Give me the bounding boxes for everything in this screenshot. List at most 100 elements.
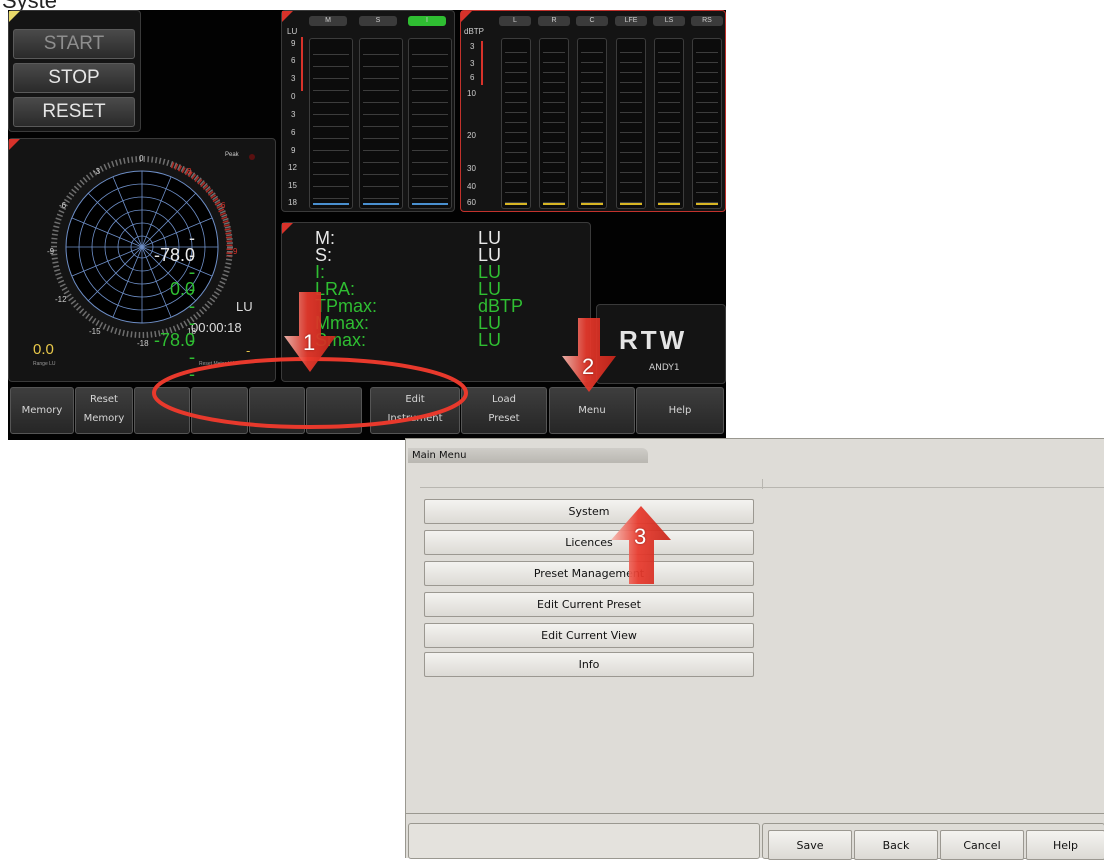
- peak-bar-r: [539, 38, 569, 209]
- radar-right-caption: Reset Meter LU: [199, 361, 235, 367]
- scale-tick: 60: [467, 198, 476, 207]
- loudness-bargraph-panel: M S I LU 9 6 3 0 3 6 9 12 15 18: [281, 10, 455, 212]
- radar-tick: -12: [55, 295, 67, 304]
- scale-tick: 40: [467, 182, 476, 191]
- help-button[interactable]: Help: [1026, 830, 1104, 860]
- scale-tick: 9: [291, 39, 296, 48]
- back-button[interactable]: Back: [854, 830, 938, 860]
- menu-item-edit-current-preset[interactable]: Edit Current Preset: [424, 592, 754, 617]
- scale-tick: 3: [470, 59, 475, 68]
- scale-tick: 15: [288, 181, 297, 190]
- scale-tick: 9: [291, 146, 296, 155]
- bargraph-i: [408, 38, 452, 209]
- status-field: [408, 823, 760, 859]
- cancel-button[interactable]: Cancel: [940, 830, 1024, 860]
- help-button[interactable]: Help: [636, 387, 724, 434]
- lu-scale-red-marker: [301, 37, 303, 91]
- scale-tick: 6: [470, 73, 475, 82]
- peak-bar-lfe: [616, 38, 646, 209]
- true-peak-panel: L R C LFE LS RS dBTP 3 3 6 10 20 30 40 6…: [460, 10, 726, 212]
- radar-tick: -3: [93, 167, 101, 176]
- start-button[interactable]: START: [13, 29, 135, 59]
- main-menu-title-tab: Main Menu: [408, 448, 648, 463]
- tab-rs[interactable]: RS: [691, 16, 723, 26]
- scale-tick: 3: [470, 42, 475, 51]
- panel-corner-marker: [9, 11, 20, 22]
- scale-tick: 12: [288, 163, 297, 172]
- rtw-logo: RTW: [619, 325, 688, 355]
- main-menu-window: Main Menu System Licences Preset Managem…: [405, 438, 1104, 860]
- menu-item-edit-current-view[interactable]: Edit Current View: [424, 623, 754, 648]
- edit-instrument-button[interactable]: Edit Instrument: [370, 387, 460, 434]
- radar-unit: LU: [236, 299, 253, 314]
- scale-tick: 3: [291, 110, 296, 119]
- tab-ls[interactable]: LS: [653, 16, 685, 26]
- dbtp-unit-label: dBTP: [464, 27, 485, 36]
- softkey-blank-3[interactable]: [249, 387, 305, 434]
- softkey-blank-4[interactable]: [306, 387, 362, 434]
- step-3-label: 3: [634, 524, 647, 549]
- scale-tick: 10: [467, 89, 476, 98]
- main-menu-title: Main Menu: [412, 450, 467, 461]
- menu-item-preset-management[interactable]: Preset Management: [424, 561, 754, 586]
- readout-value: -78.0: [153, 330, 195, 350]
- tab-r[interactable]: R: [538, 16, 570, 26]
- tab-m[interactable]: M: [309, 16, 347, 26]
- radar-tick: -15: [89, 327, 101, 336]
- menu-button[interactable]: Menu: [549, 387, 635, 434]
- scale-tick: 18: [288, 198, 297, 207]
- meter-screen: START STOP RESET M S I LU 9 6 3 0 3 6 9 …: [8, 10, 726, 440]
- radar-right-dash: -: [246, 344, 251, 358]
- tab-l[interactable]: L: [499, 16, 531, 26]
- panel-corner-marker: [461, 11, 472, 22]
- tab-c[interactable]: C: [576, 16, 608, 26]
- tab-lfe[interactable]: LFE: [615, 16, 647, 26]
- lu-unit-label: LU: [287, 27, 298, 36]
- brand-panel: RTW ANDY1: [596, 304, 726, 384]
- transport-panel: START STOP RESET: [8, 10, 141, 132]
- menu-item-info[interactable]: Info: [424, 652, 754, 677]
- tab-s[interactable]: S: [359, 16, 397, 26]
- radar-tick: 9: [233, 247, 238, 256]
- radar-tick: -6: [59, 201, 67, 210]
- stop-button[interactable]: STOP: [13, 63, 135, 93]
- peak-bar-l: [501, 38, 531, 209]
- peak-bar-rs: [692, 38, 722, 209]
- scale-tick: 3: [291, 74, 296, 83]
- content-divider: [406, 813, 1104, 814]
- loudness-readout-panel: M: ---- LU S: -78.0 LU I: ---- LU LRA: 0.0 LU TP…: [154, 222, 591, 383]
- menu-item-system[interactable]: System: [424, 499, 754, 524]
- readout-key: Smax:: [315, 330, 367, 350]
- softkey-blank-2[interactable]: [191, 387, 248, 434]
- save-button[interactable]: Save: [768, 830, 852, 860]
- step-2-label: 2: [582, 354, 595, 379]
- dbtp-scale-red-marker: [481, 41, 483, 85]
- softkey-blank-1[interactable]: [134, 387, 190, 434]
- peak-indicator-label: Peak: [225, 152, 239, 158]
- radar-tick: -9: [47, 247, 55, 256]
- radar-time: 00:00:18: [191, 320, 242, 335]
- radar-tick: 6: [221, 201, 226, 210]
- scale-tick: 0: [291, 92, 296, 101]
- menu-item-licences[interactable]: Licences: [424, 530, 754, 555]
- readout-unit: LU: [478, 330, 502, 350]
- reset-button[interactable]: RESET: [13, 97, 135, 127]
- memory-button[interactable]: Memory: [10, 387, 74, 434]
- peak-bar-c: [577, 38, 607, 209]
- load-preset-button[interactable]: Load Preset: [461, 387, 547, 434]
- reset-memory-button[interactable]: Reset Memory: [75, 387, 133, 434]
- range-label: Range LU: [33, 361, 56, 367]
- bargraph-s: [359, 38, 403, 209]
- panel-corner-marker: [282, 11, 293, 22]
- peak-bar-ls: [654, 38, 684, 209]
- radar-tick: 3: [187, 167, 192, 176]
- step-1-label: 1: [303, 330, 316, 355]
- column-divider: [762, 479, 763, 489]
- bargraph-m: [309, 38, 353, 209]
- radar-tick: -18: [137, 339, 149, 348]
- scale-tick: 6: [291, 128, 296, 137]
- tab-i[interactable]: I: [408, 16, 446, 26]
- radar-tick: 0: [139, 154, 144, 163]
- radar-panel: 0 -3 3 -6 6 -9 9 -12 -15 -18 18 Peak LU …: [8, 138, 276, 382]
- device-name: ANDY1: [649, 363, 680, 373]
